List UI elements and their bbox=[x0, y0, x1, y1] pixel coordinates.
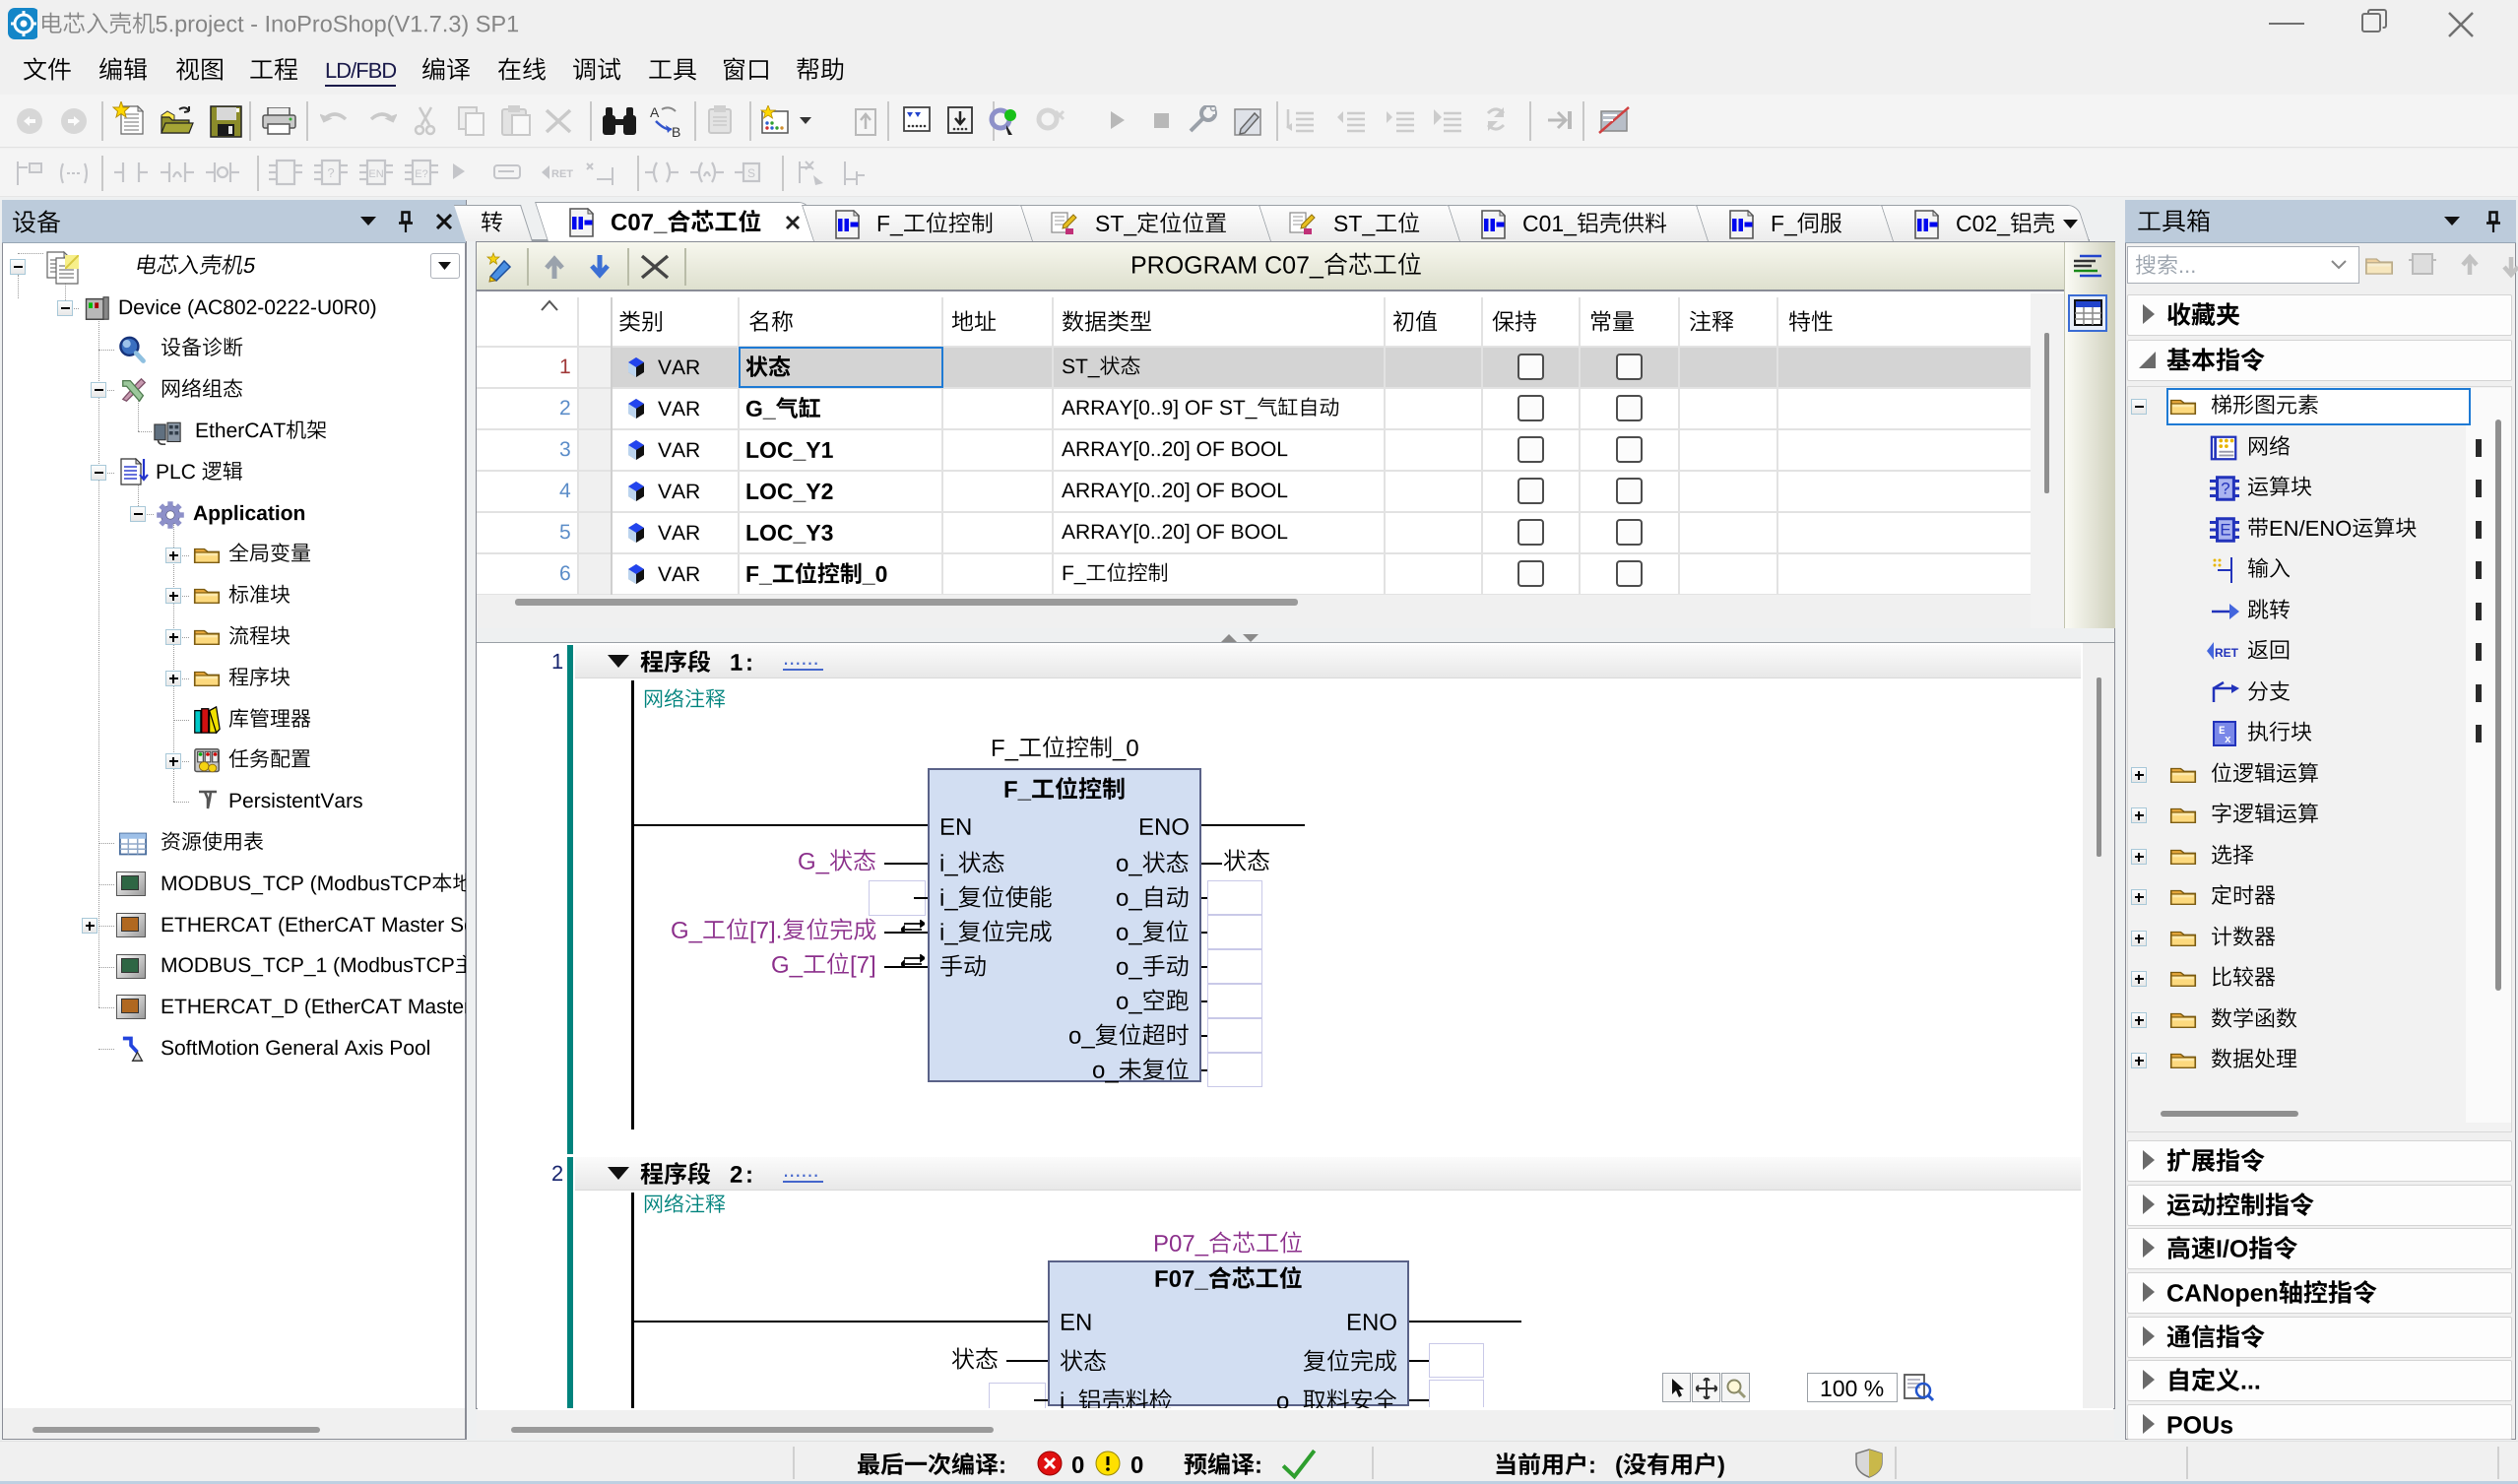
svg-text:x: x bbox=[2225, 735, 2231, 746]
svg-text:?: ? bbox=[327, 165, 334, 180]
svg-text:A: A bbox=[650, 104, 660, 120]
svg-text:S: S bbox=[747, 166, 755, 180]
svg-text:?: ? bbox=[2221, 480, 2229, 498]
svg-text:RET: RET bbox=[551, 168, 573, 180]
svg-text:E: E bbox=[2220, 520, 2230, 539]
svg-text:E?: E? bbox=[415, 168, 427, 180]
svg-text:B: B bbox=[672, 124, 680, 139]
svg-text:RET: RET bbox=[2215, 646, 2239, 660]
svg-text:EN: EN bbox=[368, 168, 383, 180]
